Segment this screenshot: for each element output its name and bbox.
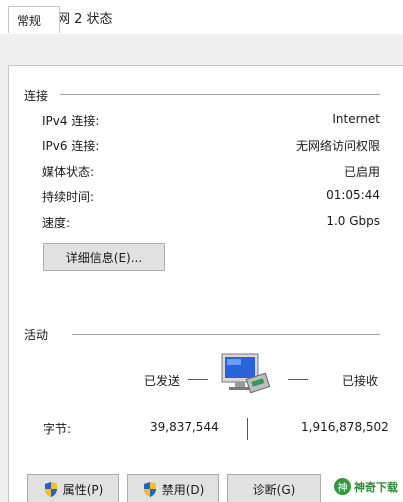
sent-dash	[188, 379, 208, 380]
uac-shield-icon	[142, 481, 158, 498]
activity-rule	[72, 334, 380, 335]
ipv4-label: IPv4 连接:	[42, 114, 100, 128]
ipv6-label: IPv6 连接:	[42, 139, 100, 153]
ipv6-value: 无网络访问权限	[295, 139, 380, 153]
diagnose-button[interactable]: 诊断(G)	[227, 474, 321, 502]
network-computer-icon	[215, 352, 273, 398]
details-button[interactable]: 详细信息(E)...	[43, 243, 165, 271]
disable-label: 禁用(D)	[161, 482, 205, 497]
speed-label: 速度:	[42, 216, 71, 230]
watermark-text: 神奇下载	[354, 480, 398, 494]
sent-label: 已发送	[144, 374, 181, 388]
speed-value: 1.0 Gbps	[326, 214, 380, 228]
title-bar: 以太网 2 状态	[0, 0, 403, 34]
disable-button[interactable]: 禁用(D)	[127, 474, 219, 502]
uac-shield-icon	[43, 481, 59, 498]
bytes-received-value: 1,916,878,502	[301, 420, 389, 434]
received-dash	[288, 379, 308, 380]
received-label: 已接收	[342, 374, 379, 388]
tab-general[interactable]: 常规	[8, 6, 60, 33]
bytes-divider	[247, 418, 248, 440]
properties-button[interactable]: 属性(P)	[27, 474, 119, 502]
tab-strip	[0, 34, 403, 66]
media-state-value: 已启用	[343, 165, 380, 179]
bytes-label: 字节:	[43, 422, 72, 436]
watermark-logo: 神 神奇下载	[334, 478, 398, 495]
media-state-label: 媒体状态:	[42, 165, 95, 179]
ipv4-value: Internet	[332, 112, 380, 126]
activity-heading: 活动	[24, 328, 49, 342]
watermark-badge: 神	[334, 478, 351, 495]
connection-rule	[60, 94, 380, 95]
properties-label: 属性(P)	[62, 482, 104, 497]
bytes-sent-value: 39,837,544	[150, 420, 219, 434]
duration-value: 01:05:44	[326, 188, 380, 202]
connection-heading: 连接	[24, 89, 49, 103]
duration-label: 持续时间:	[42, 190, 95, 204]
